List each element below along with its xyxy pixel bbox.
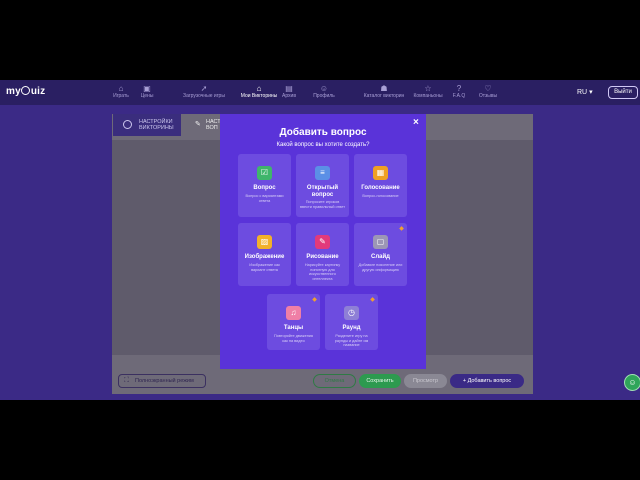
expand-icon: ⛶ (124, 377, 129, 384)
nav-item-label: Профиль (313, 93, 335, 99)
tab-label: НАСТРОЙКИ ВИКТОРИНЫ (139, 119, 174, 131)
card-description: Попросите игроков ввести правильный отве… (300, 200, 345, 209)
card-description: Вопрос с вариантами ответа (245, 194, 284, 203)
nav-item-0[interactable]: ⌂ Играть (108, 84, 134, 99)
card-title: Рисование (306, 254, 339, 260)
logo[interactable]: my uiz (6, 86, 45, 97)
nav-item-label: Играть (113, 93, 129, 99)
card-title: Танцы (283, 325, 304, 331)
premium-gem-icon: ◆ (399, 226, 404, 232)
modal-subtitle: Какой вопрос вы хотите создать? (276, 142, 370, 148)
clock-icon: ◷ (344, 306, 359, 320)
card-description: Нарисуйте картинку понятную для искусств… (304, 263, 341, 281)
top-navigation: my uiz ⌂ Играть ▣ Цены ➚ Загрузочные игры ⌂ Мои … (0, 80, 640, 105)
nav-item-4[interactable]: ▤ Архив (277, 84, 301, 99)
card-description: Вопрос-голосование (362, 194, 399, 198)
poll-icon: ▦ (373, 166, 388, 180)
nav-item-3[interactable]: ⌂ Мои Викторины (235, 84, 283, 99)
settings-icon (123, 120, 132, 129)
logout-button[interactable]: Выйти (608, 86, 638, 99)
card-description: Изображение как вариант ответа (249, 263, 280, 272)
brush-icon: ✎ (315, 235, 330, 249)
question-type-card[interactable]: ▢ Слайд Добавьте пояснение или другую инфо… (354, 223, 407, 286)
question-type-card[interactable]: ≡ Открытый вопрос Попросите игроков ввести… (296, 154, 349, 217)
modal-title: Добавить вопрос (279, 127, 367, 138)
nav-item-7[interactable]: ☆ Компаньоны (408, 84, 448, 99)
image-icon: ▨ (257, 235, 272, 249)
question-type-card[interactable]: ☑ Вопрос Вопрос с вариантами ответа (238, 154, 291, 217)
card-description: Добавьте пояснение или другую информацию (358, 263, 403, 272)
nav-item-9[interactable]: ♡ Отзывы (471, 84, 505, 99)
card-title: Раунд (342, 325, 361, 331)
nav-item-label: Архив (281, 93, 296, 99)
nav-item-2[interactable]: ➚ Загрузочные игры (178, 84, 230, 99)
nav-item-label: F.A.Q (452, 93, 466, 99)
fullscreen-label: Полноэкранный режим (135, 378, 194, 384)
card-title: Открытый вопрос (306, 185, 339, 198)
chat-icon[interactable]: ☺ (624, 374, 640, 391)
add-question-modal: × Добавить вопрос Какой вопрос вы хотите… (220, 114, 426, 369)
heart-icon: ♡ (484, 84, 492, 93)
language-selector[interactable]: RU ▾ (577, 88, 593, 96)
question-icon: ? (456, 84, 462, 93)
nav-item-6[interactable]: ☗ Каталог викторин (356, 84, 412, 99)
checkbox-icon: ☑ (257, 166, 272, 180)
nav-item-5[interactable]: ☺ Профиль (309, 84, 339, 99)
card-description: Повторяйте движения как на видео (274, 334, 313, 343)
tag-icon: ▣ (143, 84, 151, 93)
nav-item-label: Отзывы (478, 93, 498, 99)
premium-gem-icon: ◆ (370, 297, 375, 303)
cancel-button[interactable]: Отмена (313, 374, 356, 388)
card-title: Слайд (371, 254, 390, 260)
nav-item-label: Мои Викторины (240, 93, 278, 99)
star-icon: ☆ (424, 84, 432, 93)
card-title: Вопрос (253, 185, 276, 191)
card-title: Изображение (244, 254, 285, 260)
archive-icon: ▤ (285, 84, 293, 93)
nav-item-label: Загрузочные игры (183, 93, 225, 99)
save-button[interactable]: Сохранить (359, 374, 401, 388)
preview-button[interactable]: Просмотр (404, 374, 447, 388)
slide-icon: ▢ (373, 235, 388, 249)
nav-item-label: Каталог викторин (363, 93, 405, 99)
marketplace-icon: ☗ (380, 84, 388, 93)
question-type-card[interactable]: ✎ Рисование Нарисуйте картинку понятную дл… (296, 223, 349, 286)
nav-item-1[interactable]: ▣ Цены (136, 84, 158, 99)
pencil-icon: ✎ (195, 121, 201, 128)
app-window: my uiz ⌂ Играть ▣ Цены ➚ Загрузочные игры ⌂ Мои … (0, 80, 640, 400)
card-description: Разделите игру на раунды и дайте им назв… (334, 334, 369, 347)
premium-gem-icon: ◆ (312, 297, 317, 303)
user-icon: ☺ (319, 84, 329, 93)
tab-quiz-settings[interactable]: НАСТРОЙКИ ВИКТОРИНЫ (113, 114, 181, 136)
question-type-card[interactable]: ▦ Голосование Вопрос-голосование (354, 154, 407, 217)
question-type-card[interactable]: ♫ Танцы Повторяйте движения как на видео ◆ (267, 294, 320, 350)
rocket-icon: ➚ (200, 84, 208, 93)
home-icon: ⌂ (256, 84, 262, 93)
text-input-icon: ≡ (315, 166, 330, 180)
nav-item-label: Цены (140, 93, 154, 99)
nav-item-8[interactable]: ? F.A.Q (447, 84, 471, 99)
fullscreen-button[interactable]: ⛶ Полноэкранный режим (118, 374, 206, 388)
tab-label: НАСТ ВОП (206, 119, 221, 131)
music-icon: ♫ (286, 306, 301, 320)
question-type-card[interactable]: ◷ Раунд Разделите игру на раунды и дайте и… (325, 294, 378, 350)
question-type-card[interactable]: ▨ Изображение Изображение как вариант отве… (238, 223, 291, 286)
add-question-button[interactable]: + Добавить вопрос (450, 374, 524, 388)
gamepad-icon: ⌂ (118, 84, 124, 93)
card-title: Голосование (361, 185, 400, 191)
nav-item-label: Компаньоны (413, 93, 443, 99)
